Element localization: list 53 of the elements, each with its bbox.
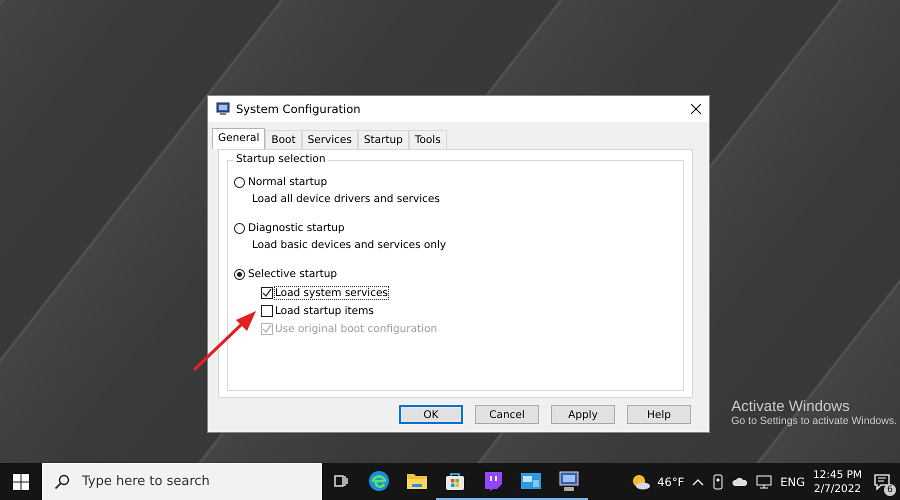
dialog-button[interactable]: Apply: [551, 405, 615, 424]
tab[interactable]: Boot: [265, 130, 302, 149]
message-icon: [873, 472, 891, 490]
search-input[interactable]: Type here to search: [80, 473, 294, 490]
checkbox-label[interactable]: Load startup items: [275, 305, 374, 317]
notification-button[interactable]: 6: [870, 470, 894, 494]
tab[interactable]: Startup: [358, 130, 409, 149]
activation-title: Activate Windows: [731, 398, 851, 415]
shopping-bag-icon: [445, 470, 465, 490]
radio-button[interactable]: [234, 222, 245, 234]
chat-bubble-icon: [483, 470, 503, 490]
temperature: 46°F: [657, 474, 684, 488]
radio-label[interactable]: Selective startup: [248, 268, 338, 280]
checkbox-label: Use original boot configuration: [275, 323, 438, 335]
dialog-button[interactable]: Cancel: [475, 405, 539, 424]
radio-button[interactable]: [234, 176, 245, 188]
language-indicator[interactable]: ENG: [780, 474, 805, 488]
monitor-icon: [216, 102, 230, 116]
checkbox-label[interactable]: Load system services: [275, 287, 388, 299]
radio-label[interactable]: Normal startup: [248, 176, 328, 188]
option-description: Load all device drivers and services: [252, 193, 441, 205]
monitor-icon: [558, 470, 580, 492]
option-description: Load basic devices and services only: [252, 239, 448, 251]
browser-icon: [368, 470, 390, 492]
search-icon: [54, 474, 70, 490]
windows-logo-icon: [13, 474, 29, 490]
task-view-icon: [333, 472, 349, 488]
tab[interactable]: General: [212, 128, 266, 149]
group-title: Startup selection: [234, 153, 328, 165]
sun-cloud-icon: [631, 474, 652, 490]
dialog-button[interactable]: Help: [627, 405, 691, 424]
tab[interactable]: Services: [302, 130, 358, 149]
device-icon[interactable]: [712, 474, 724, 490]
window-icon: [520, 472, 542, 490]
tab[interactable]: Tools: [408, 130, 447, 149]
arrow: [194, 311, 256, 370]
window-title: System Configuration: [236, 102, 362, 116]
chevron-up-icon[interactable]: [692, 478, 704, 486]
dialog-button[interactable]: OK: [399, 405, 463, 424]
checkbox[interactable]: [261, 305, 273, 317]
weather-widget[interactable]: 46°F: [631, 474, 684, 490]
close-icon[interactable]: [691, 104, 701, 114]
clock-time[interactable]: 12:45 PM: [813, 468, 862, 482]
activation-message: Go to Settings to activate Windows.: [731, 415, 897, 427]
notification-count: 6: [884, 484, 896, 496]
radio-button[interactable]: [234, 268, 245, 280]
folder-icon: [406, 472, 428, 490]
search-bar[interactable]: Type here to search: [42, 463, 322, 500]
cloud-icon[interactable]: [732, 476, 748, 486]
network-icon[interactable]: [756, 474, 772, 488]
radio-label[interactable]: Diagnostic startup: [248, 222, 345, 234]
checkbox[interactable]: [261, 287, 273, 299]
clock-date[interactable]: 2/7/2022: [814, 482, 862, 496]
